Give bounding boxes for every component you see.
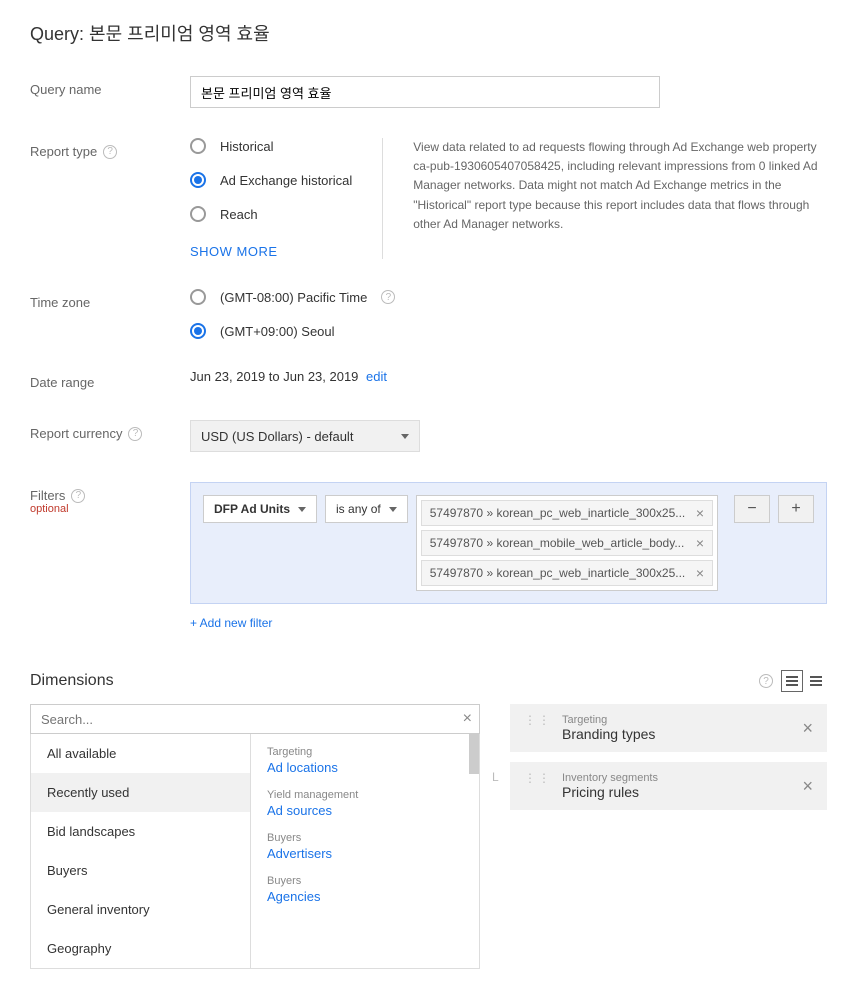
dimension-name: Pricing rules [562,784,658,800]
radio-label: (GMT-08:00) Pacific Time [220,290,367,305]
compact-icon [810,676,822,686]
radio-label: (GMT+09:00) Seoul [220,324,335,339]
filter-chip: 57497870 » korean_pc_web_inarticle_300x2… [421,560,713,586]
timezone-radio[interactable]: (GMT-08:00) Pacific Time? [190,289,827,305]
dimensions-title: Dimensions [30,672,114,690]
dimension-name: Branding types [562,726,655,742]
dimension-option[interactable]: Ad sources [267,803,463,818]
remove-chip-icon[interactable]: × [696,535,704,551]
dimension-category[interactable]: General inventory [31,890,250,929]
filters-label: Filters ? optional [30,482,190,515]
report-type-radio[interactable]: Reach [190,206,352,222]
radio-icon [190,172,206,188]
currency-select[interactable]: USD (US Dollars) - default [190,420,420,452]
filter-values[interactable]: 57497870 » korean_pc_web_inarticle_300x2… [416,495,718,591]
remove-filter-button[interactable]: − [734,495,770,523]
dimension-category[interactable]: Geography [31,929,250,968]
date-range-value: Jun 23, 2019 to Jun 23, 2019 [190,369,358,384]
report-type-description: View data related to ad requests flowing… [382,138,827,259]
remove-chip-icon[interactable]: × [696,505,704,521]
title-value: 본문 프리미엄 영역 효율 [89,24,270,44]
dimension-group-label: Buyers [267,832,463,844]
drag-handle-icon[interactable]: ⋮⋮ [524,714,552,726]
chevron-down-icon [298,507,306,512]
dimension-category[interactable]: All available [31,734,250,773]
dimension-group-label: Targeting [267,746,463,758]
help-icon[interactable]: ? [128,427,142,441]
clear-search-icon[interactable]: × [463,710,472,728]
help-icon[interactable]: ? [381,290,395,304]
query-name-label: Query name [30,76,190,97]
remove-chip-icon[interactable]: × [696,565,704,581]
dimension-option[interactable]: Advertisers [267,846,463,861]
radio-icon [190,206,206,222]
chevron-down-icon [401,434,409,439]
filter-panel: DFP Ad Units is any of 57497870 » korean… [190,482,827,604]
chip-text: 57497870 » korean_pc_web_inarticle_300x2… [430,566,686,580]
scrollbar[interactable] [469,734,479,774]
chevron-down-icon [389,507,397,512]
filter-chip: 57497870 » korean_pc_web_inarticle_300x2… [421,500,713,526]
help-icon[interactable]: ? [71,489,85,503]
report-type-radio[interactable]: Historical [190,138,352,154]
dimension-group-label: Yield management [267,789,463,801]
dimension-option[interactable]: Ad locations [267,760,463,775]
optional-text: optional [30,503,69,515]
compact-view-button[interactable] [805,670,827,692]
dimension-option[interactable]: Agencies [267,889,463,904]
filter-operator-select[interactable]: is any of [325,495,408,523]
chip-text: 57497870 » korean_pc_web_inarticle_300x2… [430,506,686,520]
list-icon [786,676,798,686]
selected-dimension-card: L⋮⋮Inventory segmentsPricing rules× [510,762,827,810]
help-icon[interactable]: ? [759,674,773,688]
report-type-label: Report type ? [30,138,190,159]
query-name-input[interactable] [190,76,660,108]
radio-label: Historical [220,139,273,154]
dimension-group-label: Buyers [267,875,463,887]
edit-date-link[interactable]: edit [366,369,387,384]
radio-label: Reach [220,207,258,222]
timezone-radio[interactable]: (GMT+09:00) Seoul [190,323,827,339]
dimension-search-input[interactable] [30,704,480,734]
drag-handle-icon[interactable]: ⋮⋮ [524,772,552,784]
radio-icon [190,323,206,339]
l-indicator: L [492,770,499,784]
report-type-radio[interactable]: Ad Exchange historical [190,172,352,188]
filter-chip: 57497870 » korean_mobile_web_article_bod… [421,530,713,556]
add-new-filter-link[interactable]: + Add new filter [190,616,272,630]
chip-text: 57497870 » korean_mobile_web_article_bod… [430,536,685,550]
dimension-category[interactable]: Bid landscapes [31,812,250,851]
show-more-link[interactable]: SHOW MORE [190,244,352,259]
time-zone-label: Time zone [30,289,190,310]
list-view-button[interactable] [781,670,803,692]
add-filter-button[interactable]: + [778,495,814,523]
dimension-category[interactable]: Recently used [31,773,250,812]
radio-label: Ad Exchange historical [220,173,352,188]
report-currency-label: Report currency ? [30,420,190,441]
remove-dimension-icon[interactable]: × [802,776,813,797]
title-prefix: Query: [30,24,84,44]
page-title: Query: 본문 프리미엄 영역 효율 [30,20,827,46]
dimension-group: Targeting [562,714,655,726]
dimension-category[interactable]: Buyers [31,851,250,890]
date-range-label: Date range [30,369,190,390]
selected-dimension-card: ⋮⋮ TargetingBranding types × [510,704,827,752]
dimension-group: Inventory segments [562,772,658,784]
radio-icon [190,289,206,305]
help-icon[interactable]: ? [103,145,117,159]
radio-icon [190,138,206,154]
filter-dimension-select[interactable]: DFP Ad Units [203,495,317,523]
remove-dimension-icon[interactable]: × [802,718,813,739]
